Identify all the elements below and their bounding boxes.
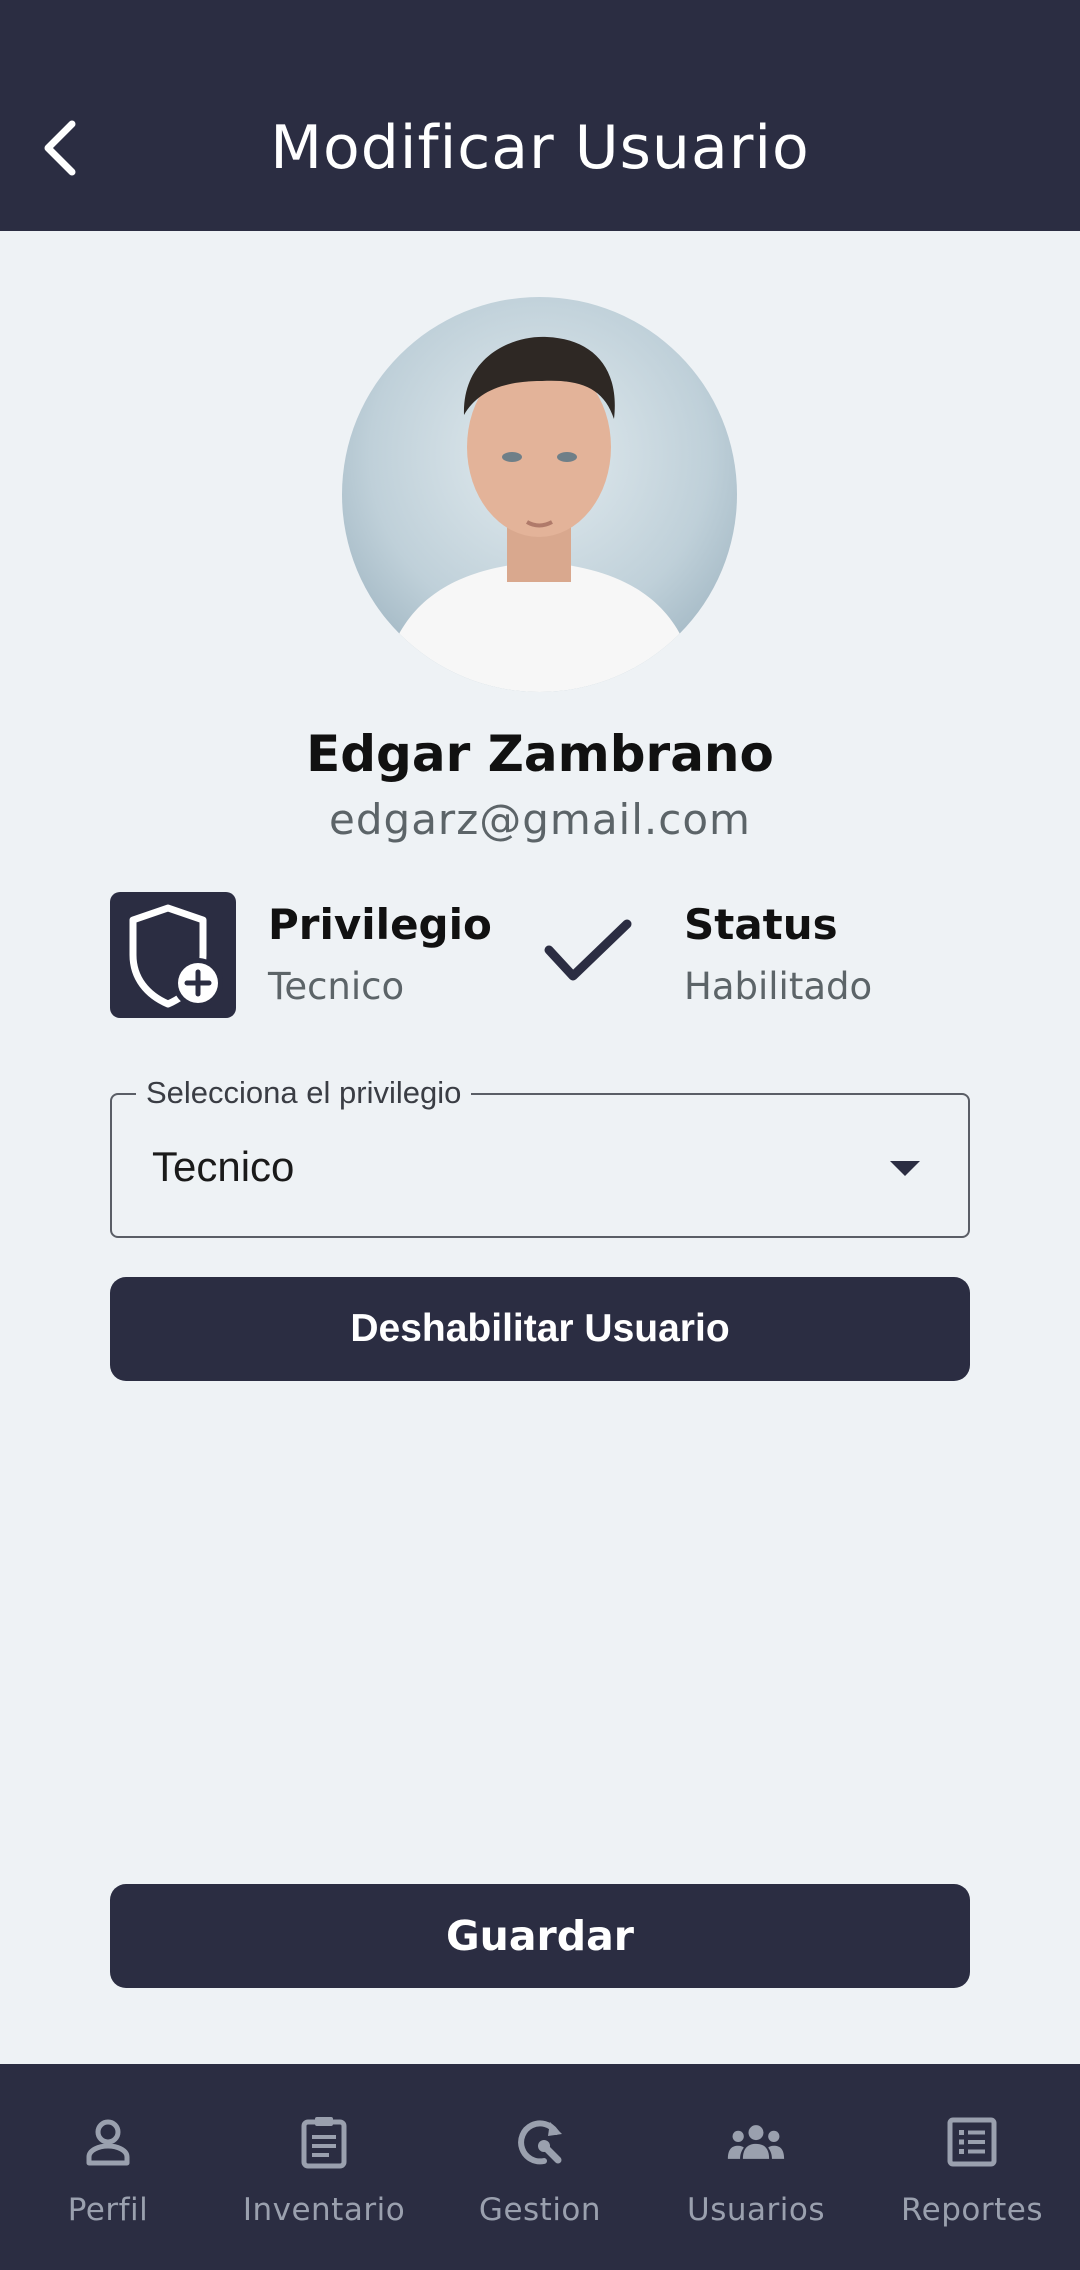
- nav-item-inventario[interactable]: Inventario: [216, 2064, 432, 2270]
- check-icon: [544, 919, 632, 981]
- status-value: Habilitado: [684, 965, 873, 1008]
- bottom-navigation: Perfil Inventario Gestion Usuarios Repor…: [0, 2064, 1080, 2270]
- privilege-value: Tecnico: [268, 965, 405, 1008]
- nav-label-reportes: Reportes: [901, 2192, 1043, 2228]
- app-screen: Modificar Usuario Edgar Zambrano edgarz@…: [0, 0, 1080, 2270]
- user-photo-icon: [382, 336, 697, 692]
- save-button[interactable]: Guardar: [110, 1884, 970, 1988]
- shield-add-icon: [129, 904, 223, 1008]
- privilege-select-value: Tecnico: [152, 1143, 295, 1190]
- privilege-select-label: Selecciona el privilegio: [136, 1073, 472, 1113]
- person-icon: [86, 2119, 130, 2166]
- avatar: [342, 297, 737, 692]
- page-title: Modificar Usuario: [270, 113, 810, 183]
- nav-label-perfil: Perfil: [67, 2192, 149, 2228]
- nav-item-usuarios[interactable]: Usuarios: [648, 2064, 864, 2270]
- nav-item-perfil[interactable]: Perfil: [0, 2064, 216, 2270]
- status-title: Status: [684, 900, 838, 949]
- privilege-title: Privilegio: [268, 900, 492, 949]
- nav-label-gestion: Gestion: [478, 2192, 602, 2228]
- list-icon: [947, 2117, 997, 2167]
- privilege-select[interactable]: Selecciona el privilegio Tecnico: [110, 1073, 970, 1238]
- group-icon: [727, 2125, 785, 2159]
- clipboard-icon: [301, 2117, 347, 2169]
- nav-label-inventario: Inventario: [242, 2192, 406, 2228]
- dropdown-arrow-icon: [890, 1161, 920, 1176]
- privilege-badge: [110, 892, 236, 1018]
- nav-label-usuarios: Usuarios: [687, 2192, 825, 2228]
- refresh-wrench-icon: [518, 2120, 562, 2165]
- nav-item-reportes[interactable]: Reportes: [864, 2064, 1080, 2270]
- disable-user-button[interactable]: Deshabilitar Usuario: [110, 1277, 970, 1381]
- user-email: edgarz@gmail.com: [329, 795, 751, 844]
- nav-item-gestion[interactable]: Gestion: [432, 2064, 648, 2270]
- top-app-bar: Modificar Usuario: [0, 0, 1080, 231]
- user-name: Edgar Zambrano: [306, 725, 774, 783]
